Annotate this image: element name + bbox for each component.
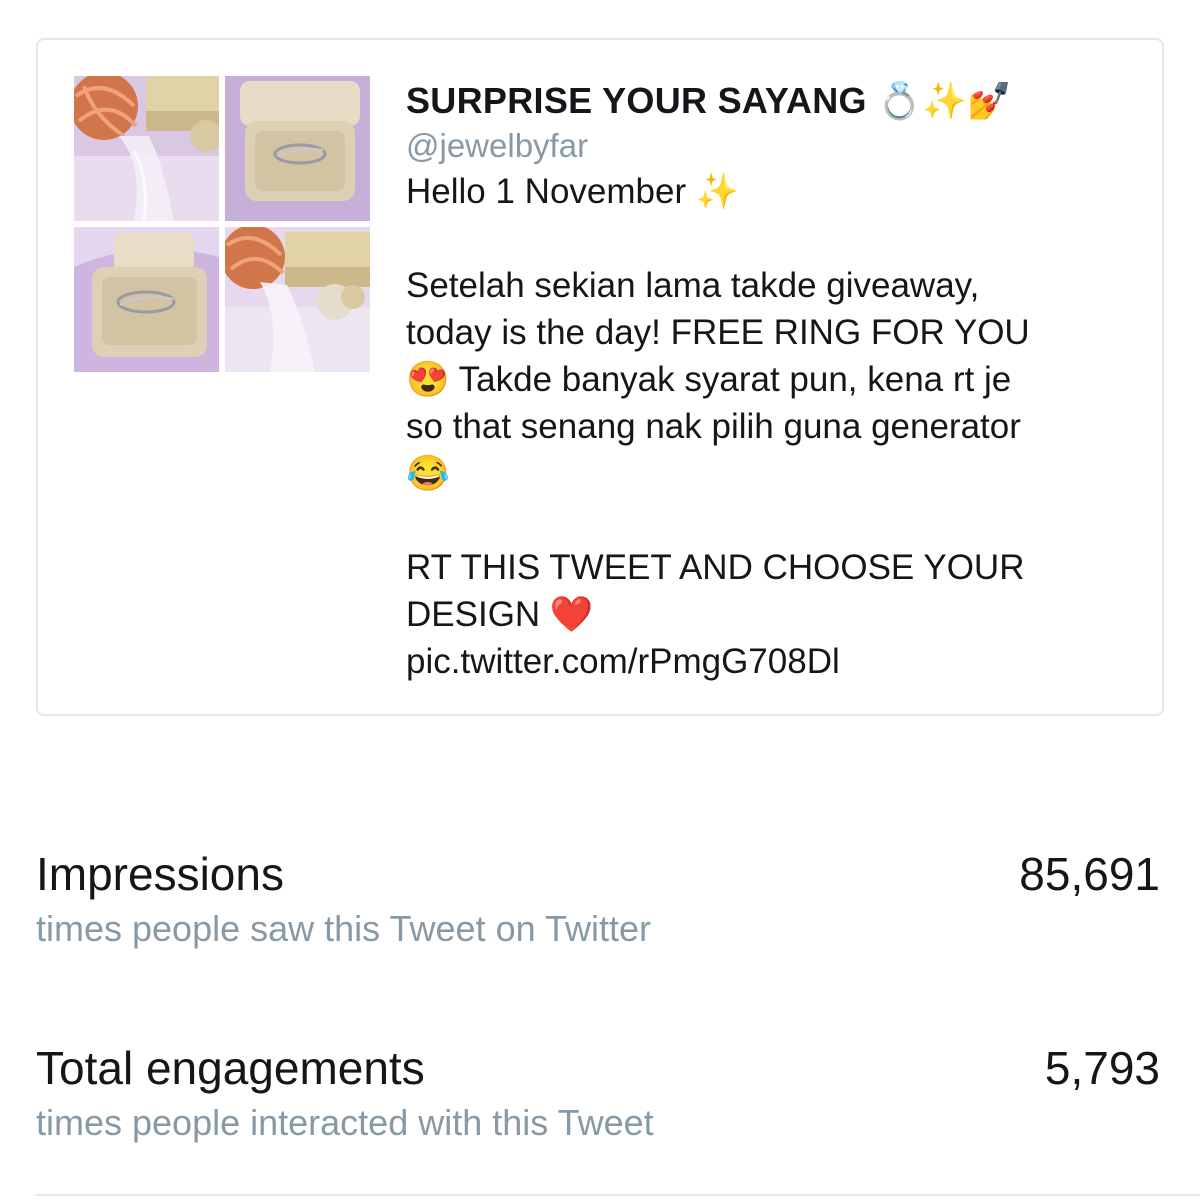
tweet-content: SURPRISE YOUR SAYANG 💍✨💅 @jewelbyfar Hel… <box>406 78 1146 685</box>
tweet-title-emoji: 💍✨💅 <box>877 80 1013 121</box>
tweet-body-line: Setelah sekian lama takde giveaway, <box>406 266 980 305</box>
tweet-body-line: 😍 Takde banyak syarat pun, kena rt je <box>406 360 1012 399</box>
divider <box>36 1194 1200 1196</box>
metric-value: 85,691 <box>1019 848 1160 900</box>
tweet-body-line: 😂 <box>406 454 450 493</box>
ring-photo-1[interactable] <box>74 76 219 221</box>
tweet-body-line: RT THIS TWEET AND CHOOSE YOUR <box>406 548 1025 587</box>
ring-photo-4[interactable] <box>225 227 370 372</box>
tweet-media-link[interactable]: pic.twitter.com/rPmgG708Dl <box>406 638 1146 685</box>
tweet-body-line: DESIGN ❤️ <box>406 595 594 634</box>
tweet-body-line: so that senang nak pilih guna generator <box>406 407 1021 446</box>
author-handle[interactable]: @jewelbyfar <box>406 124 1146 168</box>
metric-impressions: Impressions times people saw this Tweet … <box>36 846 1164 952</box>
metric-total-engagements: Total engagements times people interacte… <box>36 1040 1164 1146</box>
tweet-image-grid[interactable] <box>74 76 370 372</box>
metric-label: Impressions <box>36 848 284 900</box>
metric-sublabel: times people interacted with this Tweet <box>36 1102 654 1143</box>
ring-photo-2[interactable] <box>225 76 370 221</box>
metric-label: Total engagements <box>36 1042 425 1094</box>
tweet-title: SURPRISE YOUR SAYANG 💍✨💅 <box>406 78 1146 124</box>
tweet-body-line: Hello 1 November ✨ <box>406 172 740 211</box>
ring-photo-3[interactable] <box>74 227 219 372</box>
tweet-card[interactable]: SURPRISE YOUR SAYANG 💍✨💅 @jewelbyfar Hel… <box>36 38 1164 716</box>
tweet-title-text: SURPRISE YOUR SAYANG <box>406 80 867 121</box>
metric-sublabel: times people saw this Tweet on Twitter <box>36 908 651 949</box>
tweet-body-line: today is the day! FREE RING FOR YOU <box>406 313 1030 352</box>
tweet-body-blank-line <box>406 497 1146 544</box>
metric-value: 5,793 <box>1044 1042 1160 1094</box>
tweet-body-blank-line <box>406 215 1146 262</box>
